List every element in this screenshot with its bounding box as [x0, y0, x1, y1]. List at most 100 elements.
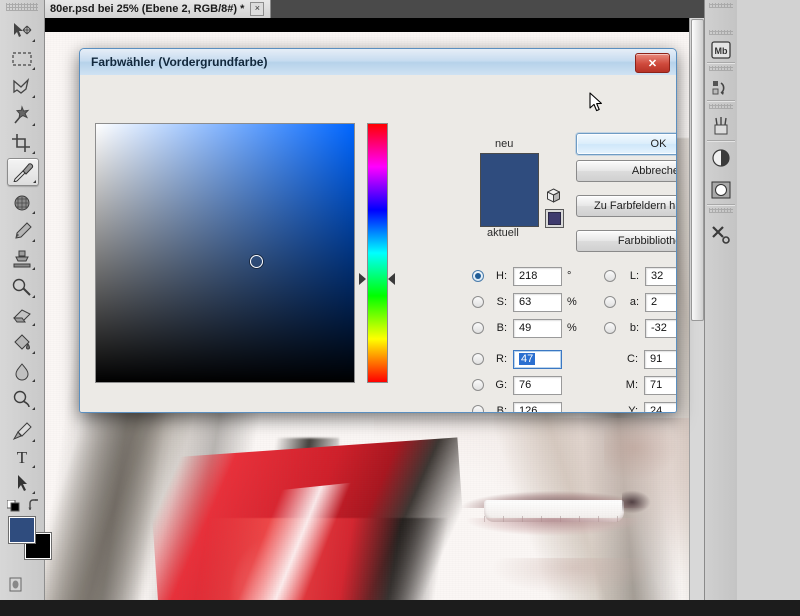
- rail-grip[interactable]: [709, 3, 733, 8]
- radio-blue[interactable]: [472, 405, 484, 412]
- current-color-swatch[interactable]: [480, 190, 539, 227]
- document-tab-close-icon[interactable]: ×: [250, 2, 265, 16]
- rail-grip[interactable]: [709, 66, 733, 71]
- right-panel-dock: Mb Farbfelder 25%: [704, 0, 800, 600]
- rail-separator: [707, 100, 735, 101]
- ok-button[interactable]: OK: [576, 133, 676, 155]
- radio-hue[interactable]: [472, 270, 484, 282]
- hsb-row-s[interactable]: S: 63 %: [472, 291, 577, 313]
- eyedropper-tool[interactable]: [7, 158, 39, 186]
- input-magenta[interactable]: 71: [644, 375, 676, 395]
- out-of-gamut-cube-icon[interactable]: [546, 188, 561, 203]
- radio-lab-b[interactable]: [604, 322, 616, 334]
- rail-grip[interactable]: [709, 208, 733, 213]
- hsb-row-h[interactable]: H: 218 °: [472, 265, 571, 287]
- color-field-marker[interactable]: [249, 254, 263, 268]
- clone-stamp-tool[interactable]: [7, 246, 37, 272]
- rectangular-marquee-tool[interactable]: [7, 46, 37, 72]
- tools-preset-icon[interactable]: [709, 222, 733, 246]
- panel-icon-rail[interactable]: Mb: [705, 0, 738, 600]
- cmyk-row-m[interactable]: M: 71 %: [604, 374, 676, 396]
- rail-grip[interactable]: [709, 30, 733, 35]
- input-lab-a[interactable]: 2: [645, 292, 676, 312]
- close-icon[interactable]: ✕: [635, 53, 670, 73]
- type-tool[interactable]: T: [7, 444, 37, 470]
- brush-presets-panel: [737, 232, 800, 444]
- brushes-icon[interactable]: [709, 114, 733, 138]
- default-colors-icon[interactable]: [6, 499, 21, 512]
- label-blue: B:: [496, 405, 507, 413]
- input-cyan[interactable]: 91: [644, 349, 676, 369]
- lab-row-b[interactable]: b: -32: [604, 317, 676, 339]
- input-lightness[interactable]: 32: [645, 266, 676, 286]
- tool-options-corner-icon: [32, 211, 35, 214]
- mini-bridge-icon[interactable]: Mb: [709, 38, 733, 62]
- color-libraries-button[interactable]: Farbbibliotheken: [576, 230, 676, 252]
- pen-tool[interactable]: [7, 418, 37, 444]
- canvas-vertical-scrollbar[interactable]: [689, 18, 704, 600]
- quick-mask-toggle[interactable]: [9, 576, 35, 594]
- lab-row-l[interactable]: L: 32: [604, 265, 676, 287]
- rail-grip[interactable]: [709, 104, 733, 109]
- input-hue[interactable]: 218: [513, 266, 562, 286]
- lab-row-a[interactable]: a: 2: [604, 291, 676, 313]
- healing-brush-tool[interactable]: [7, 190, 37, 216]
- input-saturation[interactable]: 63: [513, 292, 562, 312]
- rgb-row-b[interactable]: B: 126: [472, 400, 562, 413]
- color-picker-dialog[interactable]: Farbwähler (Vordergrundfarbe) ✕ Nur Webf…: [79, 48, 677, 413]
- input-green[interactable]: 76: [513, 375, 562, 395]
- tool-options-corner-icon: [32, 67, 35, 70]
- foreground-color-swatch[interactable]: [8, 516, 36, 544]
- input-lab-b[interactable]: -32: [645, 318, 676, 338]
- hue-slider[interactable]: [367, 123, 388, 383]
- magic-wand-tool[interactable]: [7, 102, 37, 128]
- path-selection-tool[interactable]: [7, 470, 37, 496]
- document-tab[interactable]: 80er.psd bei 25% (Ebene 2, RGB/8#) * ×: [44, 0, 272, 18]
- rgb-row-r[interactable]: R: 47: [472, 348, 562, 370]
- dodge-tool[interactable]: [7, 386, 37, 412]
- history-brush-tool[interactable]: [7, 274, 37, 300]
- tool-options-corner-icon: [32, 239, 35, 242]
- ok-button-label: OK: [650, 138, 667, 150]
- brush-tool[interactable]: [7, 218, 37, 244]
- input-blue[interactable]: 126: [513, 401, 562, 412]
- history-icon[interactable]: [709, 76, 733, 100]
- lasso-tool[interactable]: [7, 74, 37, 100]
- move-tool[interactable]: [7, 18, 37, 44]
- tool-options-corner-icon: [32, 465, 35, 468]
- radio-lab-a[interactable]: [604, 296, 616, 308]
- input-yellow[interactable]: 24: [644, 401, 676, 412]
- hue-slider-marker-right[interactable]: [388, 273, 395, 286]
- add-to-swatches-button[interactable]: Zu Farbfeldern hinzufügen: [576, 195, 676, 217]
- input-brightness[interactable]: 49: [513, 318, 562, 338]
- tool-options-corner-icon: [32, 123, 35, 126]
- cancel-button[interactable]: Abbrechen: [576, 160, 676, 182]
- adjustments-icon[interactable]: [709, 146, 733, 170]
- eraser-tool[interactable]: [7, 302, 37, 328]
- masks-icon[interactable]: [709, 178, 733, 202]
- radio-lightness[interactable]: [604, 270, 616, 282]
- label-magenta: M:: [625, 379, 638, 391]
- cmyk-row-c[interactable]: C: 91 %: [604, 348, 676, 370]
- radio-brightness[interactable]: [472, 322, 484, 334]
- non-websafe-swatch-icon[interactable]: [545, 209, 564, 228]
- hsb-row-b[interactable]: B: 49 %: [472, 317, 577, 339]
- tools-panel[interactable]: T: [0, 0, 52, 600]
- radio-red[interactable]: [472, 353, 484, 365]
- rgb-row-g[interactable]: G: 76: [472, 374, 562, 396]
- radio-green[interactable]: [472, 379, 484, 391]
- swap-colors-icon[interactable]: [28, 499, 41, 512]
- hue-slider-marker-left[interactable]: [359, 273, 366, 286]
- radio-saturation[interactable]: [472, 296, 484, 308]
- saturation-value-field[interactable]: [95, 123, 355, 383]
- tools-panel-grip[interactable]: [6, 3, 38, 11]
- input-red[interactable]: 47: [513, 349, 562, 369]
- canvas-scrollbar-thumb[interactable]: [691, 19, 704, 321]
- label-yellow: Y:: [628, 405, 638, 413]
- crop-tool[interactable]: [7, 130, 37, 156]
- label-s: S:: [496, 296, 507, 308]
- cmyk-row-y[interactable]: Y: 24 %: [604, 400, 676, 413]
- paint-bucket-tool[interactable]: [7, 330, 37, 356]
- blur-tool[interactable]: [7, 358, 37, 384]
- tool-options-corner-icon: [32, 295, 35, 298]
